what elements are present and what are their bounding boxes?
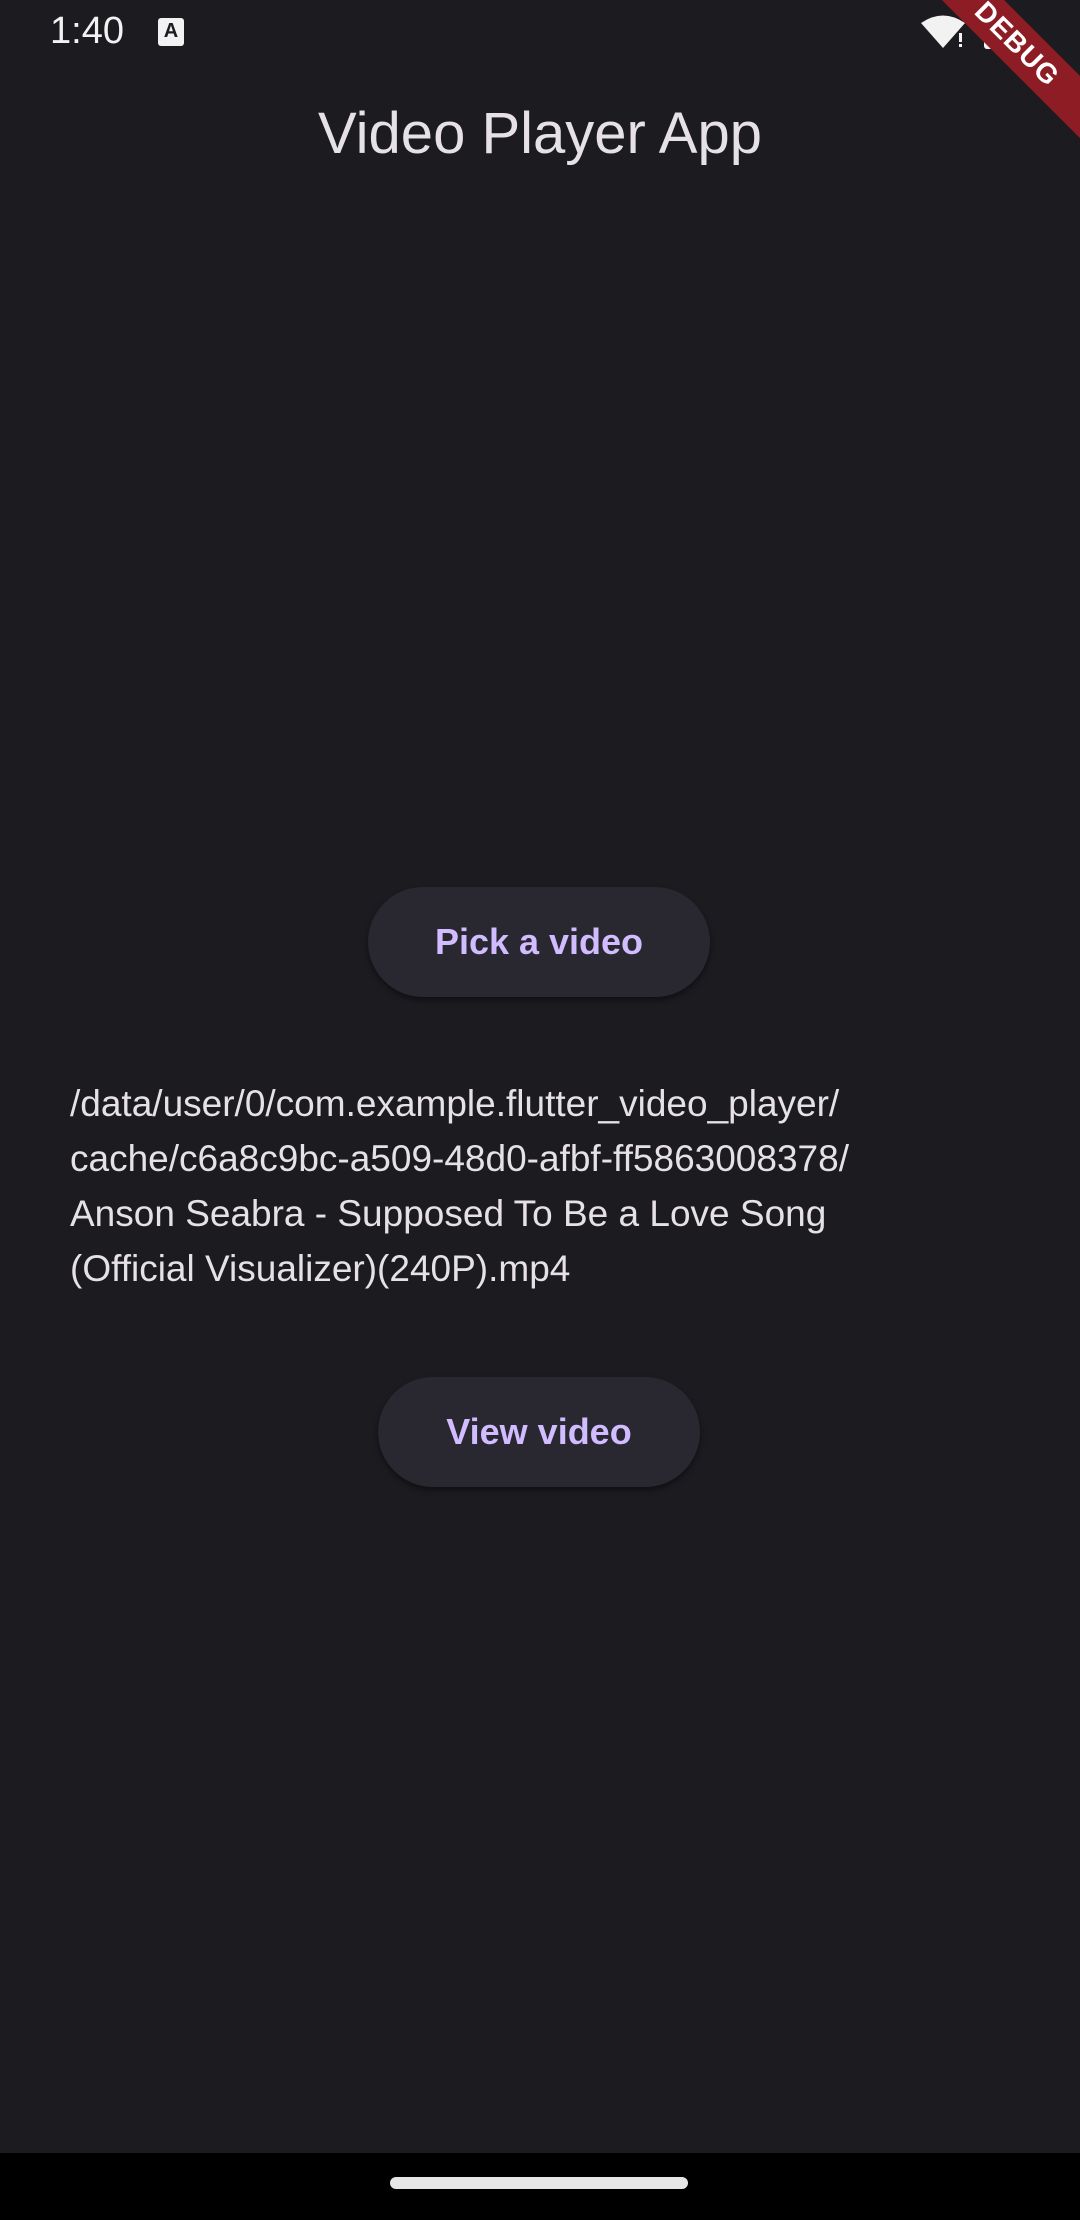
navigation-bar bbox=[0, 2153, 1080, 2220]
status-bar: 1:40 A bbox=[0, 0, 1080, 66]
file-path-line: (Official Visualizer)(240P).mp4 bbox=[70, 1248, 571, 1289]
file-path-line: cache/c6a8c9bc-a509-48d0-afbf-ff58630083… bbox=[70, 1138, 849, 1179]
home-indicator[interactable] bbox=[390, 2177, 688, 2189]
file-path-line: Anson Seabra - Supposed To Be a Love Son… bbox=[70, 1193, 827, 1234]
page-title: Video Player App bbox=[318, 101, 762, 166]
pick-video-button[interactable]: Pick a video bbox=[368, 887, 710, 997]
file-path-line: /data/user/0/com.example.flutter_video_p… bbox=[70, 1083, 840, 1124]
status-time: 1:40 bbox=[50, 10, 124, 52]
view-video-button[interactable]: View video bbox=[378, 1377, 700, 1487]
file-path-text: /data/user/0/com.example.flutter_video_p… bbox=[70, 1076, 970, 1296]
a-icon: A bbox=[158, 18, 184, 46]
wifi-icon bbox=[920, 14, 966, 55]
screen: 1:40 A DEBUG Video Player App Pick a vid… bbox=[0, 0, 1080, 2220]
